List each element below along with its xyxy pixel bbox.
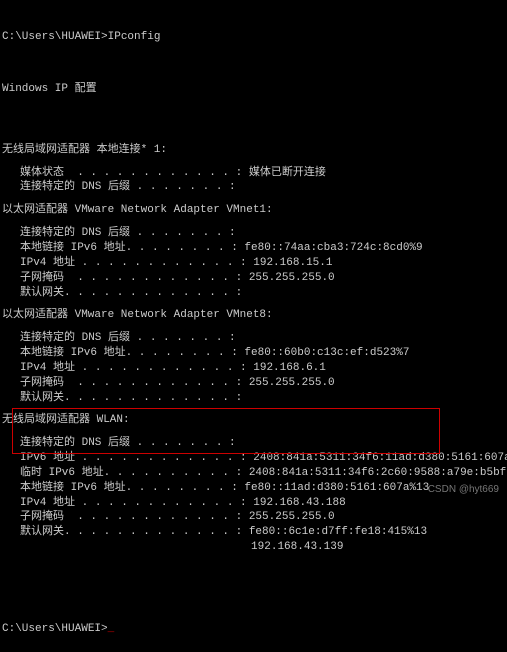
adapter-title: 以太网适配器 VMware Network Adapter VMnet8: [2,308,505,323]
config-line: IPv4 地址 . . . . . . . . . . . . : 192.16… [20,256,505,271]
config-label: 连接特定的 DNS 后缀 [20,437,130,449]
config-line: IPv6 地址 . . . . . . . . . . . . : 2408:8… [20,451,505,466]
config-line: 本地链接 IPv6 地址. . . . . . . . : fe80::74aa… [20,241,505,256]
config-dots: . . . . . . . . : [126,347,238,359]
config-dots: . . . . . . . : [130,181,236,193]
config-value: 255.255.255.0 [242,377,334,389]
config-label: IPv6 地址 [20,452,75,464]
config-dots: . . . . . . . . : [126,242,238,254]
config-label: 连接特定的 DNS 后缀 [20,181,130,193]
config-dots: . . . . . . . . . . . . : [64,167,242,179]
command-prompt-1: C:\Users\HUAWEI>IPconfig [2,30,505,45]
watermark: CSDN @hyt669 [428,483,499,497]
config-dots: . . . . . . . . . . . . : [75,497,247,509]
config-line: IPv4 地址 . . . . . . . . . . . . : 192.16… [20,496,505,511]
config-value: 192.168.43.188 [247,497,346,509]
config-value: 192.168.15.1 [247,257,333,269]
config-label: 默认网关 [20,392,64,404]
config-value: fe80::74aa:cba3:724c:8cd0%9 [238,242,423,254]
config-dots [20,541,244,553]
config-value: fe80::60b0:c13c:ef:d523%7 [238,347,410,359]
config-label: 子网掩码 [20,511,64,523]
config-value: 2408:841a:5311:34f6:2c60:9588:a79e:b5bf [242,467,506,479]
config-dots: . . . . . . . . : [126,482,238,494]
config-label: 子网掩码 [20,272,64,284]
adapter-title: 无线局域网适配器 WLAN: [2,413,505,428]
config-line: 子网掩码 . . . . . . . . . . . . : 255.255.2… [20,510,505,525]
config-label: 连接特定的 DNS 后缀 [20,227,130,239]
ipconfig-header: Windows IP 配置 [2,82,505,97]
adapter-details: 连接特定的 DNS 后缀 . . . . . . . :本地链接 IPv6 地址… [2,226,505,300]
config-dots: . . . . . . . . . . . . : [75,257,247,269]
adapter-title: 以太网适配器 VMware Network Adapter VMnet1: [2,203,505,218]
config-label: 默认网关 [20,287,64,299]
config-line: 连接特定的 DNS 后缀 . . . . . . . : [20,180,505,195]
config-line: 子网掩码 . . . . . . . . . . . . : 255.255.2… [20,271,505,286]
config-label: 媒体状态 [20,167,64,179]
config-dots: . . . . . . . : [130,437,236,449]
config-label: 子网掩码 [20,377,64,389]
config-label: 连接特定的 DNS 后缀 [20,332,130,344]
config-dots: . . . . . . . : [130,227,236,239]
config-line: 连接特定的 DNS 后缀 . . . . . . . : [20,436,505,451]
config-dots: . . . . . . . . . . . . : [64,377,242,389]
config-label: 本地链接 IPv6 地址 [20,482,126,494]
config-value: fe80::6c1e:d7ff:fe18:415%13 [242,526,427,538]
config-label: 默认网关 [20,526,64,538]
config-dots: . . . . . . . . . . . . : [75,452,247,464]
config-line: 192.168.43.139 [20,540,505,555]
config-value: 2408:841a:5311:34f6:11ad:d380:5161:607a [247,452,507,464]
config-dots: . . . . . . . . . . . . : [64,272,242,284]
config-label: IPv4 地址 [20,497,75,509]
config-value: 媒体已断开连接 [242,167,326,179]
adapter-details: 连接特定的 DNS 后缀 . . . . . . . :本地链接 IPv6 地址… [2,331,505,405]
config-line: 连接特定的 DNS 后缀 . . . . . . . : [20,331,505,346]
config-line: 临时 IPv6 地址. . . . . . . . . . : 2408:841… [20,466,505,481]
config-value: 192.168.6.1 [247,362,326,374]
config-value: fe80::11ad:d380:5161:607a%13 [238,482,429,494]
config-line: 本地链接 IPv6 地址. . . . . . . . : fe80::60b0… [20,346,505,361]
terminal-output[interactable]: C:\Users\HUAWEI>IPconfig Windows IP 配置 无… [0,0,507,652]
config-line: 连接特定的 DNS 后缀 . . . . . . . : [20,226,505,241]
config-value: 192.168.43.139 [244,541,343,553]
config-dots: . . . . . . . : [130,332,236,344]
config-line: 默认网关. . . . . . . . . . . . . : [20,391,505,406]
config-dots: . . . . . . . . . . . . . : [64,526,242,538]
config-label: IPv4 地址 [20,362,75,374]
config-label: 本地链接 IPv6 地址 [20,347,126,359]
config-dots: . . . . . . . . . . . . : [75,362,247,374]
adapter-details: 媒体状态 . . . . . . . . . . . . : 媒体已断开连接连接… [2,166,505,196]
config-line: 子网掩码 . . . . . . . . . . . . : 255.255.2… [20,376,505,391]
config-dots: . . . . . . . . . . . . : [64,511,242,523]
config-line: IPv4 地址 . . . . . . . . . . . . : 192.16… [20,361,505,376]
config-dots: . . . . . . . . . . . . . : [64,392,242,404]
command-prompt-2: C:\Users\HUAWEI>_ [2,622,505,637]
config-label: 临时 IPv6 地址 [20,467,104,479]
config-dots: . . . . . . . . . . : [104,467,243,479]
config-label: 本地链接 IPv6 地址 [20,242,126,254]
config-value: 255.255.255.0 [242,511,334,523]
adapter-title: 无线局域网适配器 本地连接* 1: [2,143,505,158]
config-dots: . . . . . . . . . . . . . : [64,287,242,299]
config-label: IPv4 地址 [20,257,75,269]
config-value: 255.255.255.0 [242,272,334,284]
config-line: 默认网关. . . . . . . . . . . . . : fe80::6c… [20,525,505,540]
config-line: 媒体状态 . . . . . . . . . . . . : 媒体已断开连接 [20,166,505,181]
config-line: 默认网关. . . . . . . . . . . . . : [20,286,505,301]
